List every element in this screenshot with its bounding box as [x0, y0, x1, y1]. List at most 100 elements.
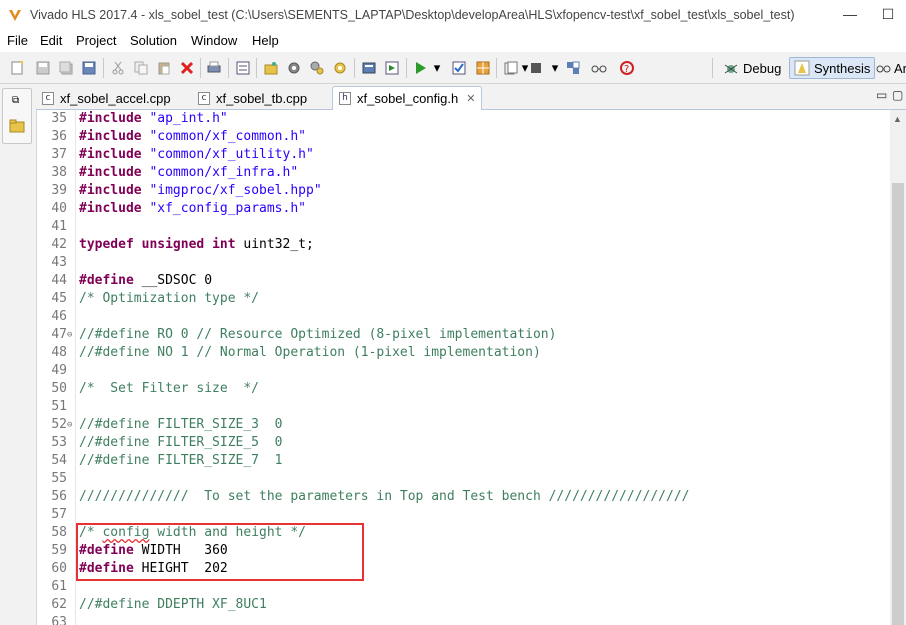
code-editor[interactable]: 35 #include "ap_int.h" 36 #include "common/…	[36, 110, 890, 625]
h-file-icon: h	[339, 92, 351, 105]
menu-project[interactable]: Project	[76, 33, 116, 48]
code-line[interactable]: 44 #define __SDSOC 0	[37, 272, 891, 290]
delete-icon[interactable]	[178, 59, 196, 77]
menu-window[interactable]: Window	[191, 33, 237, 48]
line-number: 44	[51, 273, 67, 288]
code-line[interactable]: 51	[37, 398, 891, 416]
export-rtl-icon[interactable]	[474, 59, 492, 77]
run-simulation-icon[interactable]	[360, 59, 378, 77]
line-number: 56	[51, 489, 67, 504]
close-tab-icon[interactable]: ✕	[466, 92, 475, 105]
run-icon[interactable]	[411, 59, 429, 77]
c-file-icon: c	[198, 91, 210, 105]
paste-icon[interactable]	[155, 59, 173, 77]
minimize-editor-icon[interactable]: ▭	[876, 88, 887, 102]
validate-icon[interactable]	[450, 59, 468, 77]
vertical-scrollbar[interactable]: ▲	[890, 110, 906, 625]
project-settings-icon[interactable]	[234, 59, 252, 77]
code-line[interactable]: 62 //#define DDEPTH XF_8UC1	[37, 596, 891, 614]
code-line[interactable]: 57	[37, 506, 891, 524]
code-text: //#define FILTER_SIZE_7 1	[79, 452, 283, 470]
fold-toggle-icon[interactable]: ⊖	[67, 416, 72, 434]
code-text: /* Optimization type */	[79, 290, 259, 308]
window-title: Vivado HLS 2017.4 - xls_sobel_test (C:\U…	[30, 8, 795, 22]
help-icon[interactable]: ?	[618, 59, 636, 77]
toolbar-separator	[496, 58, 497, 78]
directive-icon[interactable]	[308, 59, 326, 77]
new-solution-icon[interactable]	[262, 59, 280, 77]
line-number: 46	[51, 309, 67, 324]
fold-toggle-icon[interactable]: ⊖	[67, 326, 72, 344]
code-line[interactable]: 45 /* Optimization type */	[37, 290, 891, 308]
tab-xf-sobel-tb[interactable]: c xf_sobel_tb.cpp	[192, 86, 332, 110]
code-token: "common/xf_common.h"	[149, 129, 306, 144]
code-line[interactable]: 42 typedef unsigned int uint32_t;	[37, 236, 891, 254]
explorer-icon[interactable]	[9, 119, 25, 133]
stop-dropdown-icon[interactable]: ▾	[546, 59, 564, 77]
code-text: #include "xf_config_params.h"	[79, 200, 306, 218]
code-line[interactable]: 56 ////////////// To set the parameters i…	[37, 488, 891, 506]
line-number: 49	[51, 363, 67, 378]
menu-help[interactable]: Help	[252, 33, 279, 48]
code-line[interactable]: 38 #include "common/xf_infra.h"	[37, 164, 891, 182]
code-token: //#define NO 1 // Normal Operation (1-pi…	[79, 345, 541, 360]
save-all-icon[interactable]	[57, 59, 75, 77]
code-token: #define	[79, 273, 134, 288]
save-icon[interactable]	[34, 59, 52, 77]
code-token: "imgproc/xf_sobel.hpp"	[149, 183, 322, 198]
code-line[interactable]: 63	[37, 614, 891, 625]
cut-icon[interactable]	[109, 59, 127, 77]
debug-perspective-button[interactable]: Debug	[719, 57, 785, 79]
print-icon[interactable]	[205, 59, 223, 77]
tab-xf-sobel-accel[interactable]: c xf_sobel_accel.cpp	[36, 86, 192, 110]
code-line[interactable]: 41	[37, 218, 891, 236]
line-number: 60	[51, 561, 67, 576]
open-report-icon[interactable]	[564, 59, 582, 77]
code-token: #include	[79, 183, 142, 198]
maximize-button[interactable]: ☐	[874, 4, 902, 24]
new-file-icon[interactable]	[8, 59, 26, 77]
code-line[interactable]: 55	[37, 470, 891, 488]
solution-settings-icon[interactable]	[285, 59, 303, 77]
code-text: #include "common/xf_common.h"	[79, 128, 306, 146]
synthesis-perspective-button[interactable]: Synthesis	[789, 57, 876, 79]
maximize-editor-icon[interactable]: ▢	[892, 88, 903, 102]
run-synthesis-icon[interactable]	[383, 59, 401, 77]
code-line[interactable]: 43	[37, 254, 891, 272]
code-line[interactable]: 48 //#define NO 1 // Normal Operation (1-…	[37, 344, 891, 362]
code-line[interactable]: 40 #include "xf_config_params.h"	[37, 200, 891, 218]
code-line[interactable]: 49	[37, 362, 891, 380]
code-text: //#define FILTER_SIZE_3 0	[79, 416, 283, 434]
code-token: uint32_t;	[235, 237, 314, 252]
code-token: #include	[79, 147, 142, 162]
analysis-perspective-button[interactable]: Ar	[872, 57, 906, 79]
menu-file[interactable]: File	[7, 33, 28, 48]
code-line[interactable]: 36 #include "common/xf_common.h"	[37, 128, 891, 146]
code-line[interactable]: 53 //#define FILTER_SIZE_5 0	[37, 434, 891, 452]
menu-edit[interactable]: Edit	[40, 33, 62, 48]
toolbar-separator	[712, 58, 713, 78]
run-dropdown-icon[interactable]: ▾	[428, 59, 446, 77]
code-line[interactable]: 46	[37, 308, 891, 326]
code-line[interactable]: 35 #include "ap_int.h"	[37, 110, 891, 128]
restore-icon[interactable]: ⧉	[12, 95, 19, 106]
scroll-up-icon[interactable]: ▲	[893, 114, 902, 124]
minimize-button[interactable]: —	[836, 4, 864, 24]
stop-icon[interactable]	[527, 59, 545, 77]
code-text: #include "ap_int.h"	[79, 110, 228, 128]
code-line[interactable]: 50 /* Set Filter size */	[37, 380, 891, 398]
scrollbar-thumb[interactable]	[892, 183, 904, 625]
code-line[interactable]: 39 #include "imgproc/xf_sobel.hpp"	[37, 182, 891, 200]
menu-solution[interactable]: Solution	[130, 33, 177, 48]
copy-icon[interactable]	[132, 59, 150, 77]
code-token: //#define DDEPTH XF_8UC1	[79, 597, 267, 612]
code-line[interactable]: 47 ⊖ //#define RO 0 // Resource Optimized …	[37, 326, 891, 344]
run-settings-icon[interactable]	[331, 59, 349, 77]
code-line[interactable]: 54 //#define FILTER_SIZE_7 1	[37, 452, 891, 470]
tab-xf-sobel-config[interactable]: h xf_sobel_config.h ✕	[332, 86, 482, 110]
code-line[interactable]: 52 ⊖ //#define FILTER_SIZE_3 0	[37, 416, 891, 434]
open-wave-viewer-icon[interactable]	[590, 59, 608, 77]
save-as-icon[interactable]	[80, 59, 98, 77]
code-line[interactable]: 37 #include "common/xf_utility.h"	[37, 146, 891, 164]
